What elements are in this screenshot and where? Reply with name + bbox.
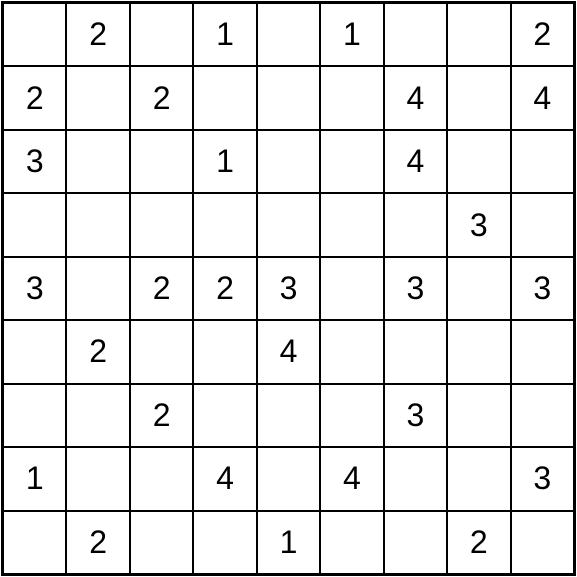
cell-r5-c2[interactable] <box>130 320 193 383</box>
cell-r7-c0[interactable]: 1 <box>3 447 66 510</box>
cell-r4-c2[interactable]: 2 <box>130 257 193 320</box>
cell-r1-c1[interactable] <box>66 66 129 129</box>
cell-r5-c1[interactable]: 2 <box>66 320 129 383</box>
cell-r7-c1[interactable] <box>66 447 129 510</box>
cell-r0-c3[interactable]: 1 <box>193 3 256 66</box>
cell-r5-c5[interactable] <box>320 320 383 383</box>
cell-r0-c4[interactable] <box>257 3 320 66</box>
cell-r4-c5[interactable] <box>320 257 383 320</box>
cell-r2-c0[interactable]: 3 <box>3 130 66 193</box>
cell-r0-c0[interactable] <box>3 3 66 66</box>
cell-r3-c2[interactable] <box>130 193 193 256</box>
cell-r8-c7[interactable]: 2 <box>447 511 510 574</box>
cell-r5-c6[interactable] <box>384 320 447 383</box>
cell-r0-c6[interactable] <box>384 3 447 66</box>
cell-r1-c2[interactable]: 2 <box>130 66 193 129</box>
cell-r7-c5[interactable]: 4 <box>320 447 383 510</box>
cell-r1-c8[interactable]: 4 <box>511 66 574 129</box>
cell-r7-c7[interactable] <box>447 447 510 510</box>
cell-r6-c3[interactable] <box>193 384 256 447</box>
cell-r7-c6[interactable] <box>384 447 447 510</box>
cell-r6-c4[interactable] <box>257 384 320 447</box>
cell-r2-c2[interactable] <box>130 130 193 193</box>
cell-r8-c4[interactable]: 1 <box>257 511 320 574</box>
cell-r4-c6[interactable]: 3 <box>384 257 447 320</box>
cell-r2-c3[interactable]: 1 <box>193 130 256 193</box>
cell-r8-c8[interactable] <box>511 511 574 574</box>
cell-r0-c5[interactable]: 1 <box>320 3 383 66</box>
cell-r5-c3[interactable] <box>193 320 256 383</box>
cell-r7-c3[interactable]: 4 <box>193 447 256 510</box>
cell-r1-c3[interactable] <box>193 66 256 129</box>
cell-r4-c0[interactable]: 3 <box>3 257 66 320</box>
cell-r4-c8[interactable]: 3 <box>511 257 574 320</box>
puzzle-grid: 21122244314332233324231443212 <box>1 1 576 576</box>
cell-r5-c4[interactable]: 4 <box>257 320 320 383</box>
cell-r3-c3[interactable] <box>193 193 256 256</box>
cell-r3-c8[interactable] <box>511 193 574 256</box>
cell-r5-c7[interactable] <box>447 320 510 383</box>
cell-r8-c0[interactable] <box>3 511 66 574</box>
cell-r6-c0[interactable] <box>3 384 66 447</box>
cell-r1-c6[interactable]: 4 <box>384 66 447 129</box>
cell-r3-c0[interactable] <box>3 193 66 256</box>
cell-r4-c7[interactable] <box>447 257 510 320</box>
cell-r0-c8[interactable]: 2 <box>511 3 574 66</box>
cell-r7-c8[interactable]: 3 <box>511 447 574 510</box>
cell-r3-c5[interactable] <box>320 193 383 256</box>
cell-r0-c2[interactable] <box>130 3 193 66</box>
cell-r5-c0[interactable] <box>3 320 66 383</box>
cell-r6-c1[interactable] <box>66 384 129 447</box>
cell-r2-c1[interactable] <box>66 130 129 193</box>
cell-r6-c6[interactable]: 3 <box>384 384 447 447</box>
cell-r3-c6[interactable] <box>384 193 447 256</box>
cell-r0-c7[interactable] <box>447 3 510 66</box>
cell-r5-c8[interactable] <box>511 320 574 383</box>
cell-r8-c1[interactable]: 2 <box>66 511 129 574</box>
cell-r6-c8[interactable] <box>511 384 574 447</box>
cell-r8-c6[interactable] <box>384 511 447 574</box>
cell-r1-c0[interactable]: 2 <box>3 66 66 129</box>
cell-r2-c5[interactable] <box>320 130 383 193</box>
cell-r2-c4[interactable] <box>257 130 320 193</box>
cell-r4-c4[interactable]: 3 <box>257 257 320 320</box>
cell-r1-c5[interactable] <box>320 66 383 129</box>
cell-r6-c2[interactable]: 2 <box>130 384 193 447</box>
cell-r1-c4[interactable] <box>257 66 320 129</box>
cell-r2-c7[interactable] <box>447 130 510 193</box>
cell-r4-c3[interactable]: 2 <box>193 257 256 320</box>
cell-r6-c5[interactable] <box>320 384 383 447</box>
cell-r7-c2[interactable] <box>130 447 193 510</box>
cell-r2-c8[interactable] <box>511 130 574 193</box>
cell-r1-c7[interactable] <box>447 66 510 129</box>
cell-r3-c7[interactable]: 3 <box>447 193 510 256</box>
cell-r4-c1[interactable] <box>66 257 129 320</box>
cell-r3-c4[interactable] <box>257 193 320 256</box>
cell-r8-c2[interactable] <box>130 511 193 574</box>
cell-r0-c1[interactable]: 2 <box>66 3 129 66</box>
cell-r3-c1[interactable] <box>66 193 129 256</box>
cell-r7-c4[interactable] <box>257 447 320 510</box>
cell-r6-c7[interactable] <box>447 384 510 447</box>
cell-r8-c5[interactable] <box>320 511 383 574</box>
cell-r2-c6[interactable]: 4 <box>384 130 447 193</box>
cell-r8-c3[interactable] <box>193 511 256 574</box>
